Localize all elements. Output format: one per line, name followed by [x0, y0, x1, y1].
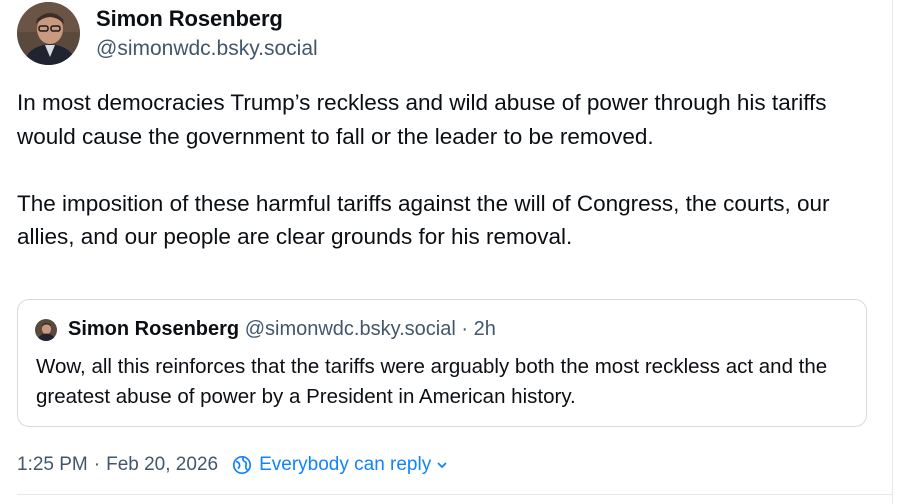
globe-reply-icon	[232, 455, 252, 475]
post-meta: 1:25 PM · Feb 20, 2026 Everybody can rep…	[17, 451, 448, 479]
quoted-post-text: Wow, all this reinforces that the tariff…	[36, 355, 828, 408]
quoted-author-avatar	[35, 319, 57, 341]
author-handle[interactable]: @simonwdc.bsky.social	[96, 37, 318, 61]
avatar-photo-icon	[35, 319, 57, 341]
post-date[interactable]: Feb 20, 2026	[106, 454, 218, 476]
reply-setting-button[interactable]: Everybody can reply	[232, 454, 448, 476]
quoted-post-header: Simon Rosenberg @simonwdc.bsky.social · …	[68, 318, 496, 341]
chevron-down-icon	[436, 459, 448, 471]
post-time[interactable]: 1:25 PM	[17, 454, 88, 476]
author-avatar[interactable]	[17, 2, 80, 65]
author-name[interactable]: Simon Rosenberg	[96, 6, 283, 32]
quoted-author-handle: @simonwdc.bsky.social	[244, 318, 456, 340]
divider	[17, 494, 892, 495]
quoted-separator: ·	[461, 318, 469, 340]
quoted-author-name[interactable]: Simon Rosenberg	[68, 318, 239, 340]
post: Simon Rosenberg @simonwdc.bsky.social In…	[0, 0, 893, 504]
quoted-post[interactable]: Simon Rosenberg @simonwdc.bsky.social · …	[17, 299, 867, 427]
quoted-post-time[interactable]: 2h	[474, 318, 496, 340]
post-text: In most democracies Trump’s reckless and…	[17, 90, 830, 249]
meta-separator: ·	[93, 454, 101, 475]
avatar-photo-icon	[17, 2, 80, 65]
reply-setting-label: Everybody can reply	[259, 454, 432, 475]
